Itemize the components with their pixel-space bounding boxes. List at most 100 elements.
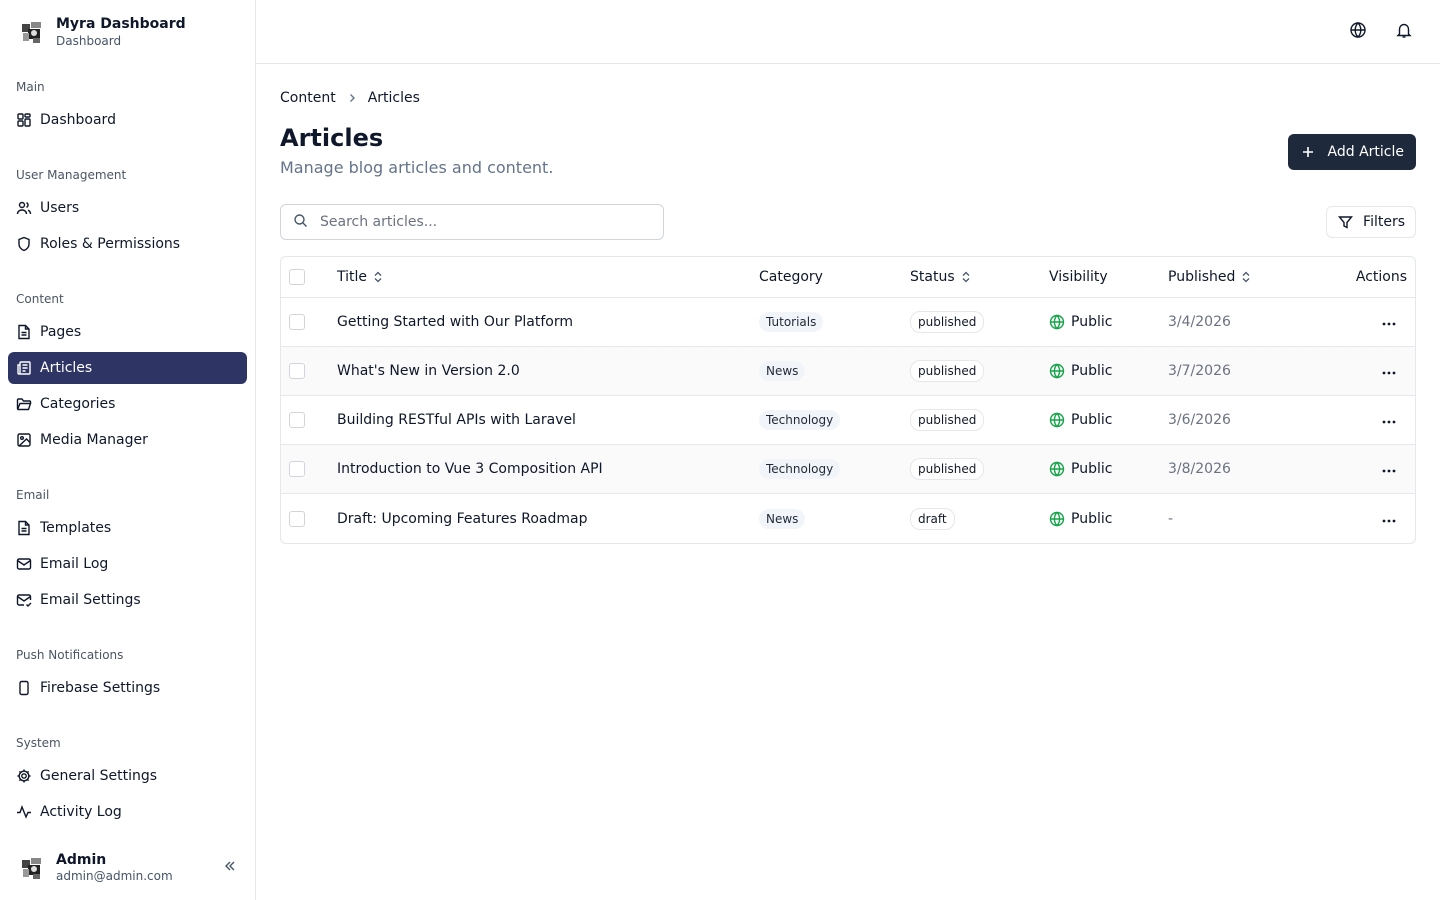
topbar: [256, 0, 1440, 64]
row-title[interactable]: What's New in Version 2.0: [337, 363, 759, 379]
table-row: Building RESTful APIs with Laravel Techn…: [281, 396, 1415, 445]
search-box: [280, 204, 664, 240]
sidebar-item-users[interactable]: Users: [8, 192, 247, 224]
row-checkbox[interactable]: [289, 314, 305, 330]
sidebar-item-pages[interactable]: Pages: [8, 316, 247, 348]
plus-icon: [1300, 144, 1316, 160]
sort-icon: [1241, 271, 1251, 283]
sidebar-item-label: Email Log: [40, 556, 109, 572]
visibility-label: Public: [1071, 314, 1113, 330]
row-actions-button[interactable]: [1379, 312, 1399, 332]
sidebar-item-firebase-settings[interactable]: Firebase Settings: [8, 672, 247, 704]
more-horizontal-icon: [1382, 363, 1396, 379]
section-label-main: Main: [16, 80, 45, 94]
page-title: Articles: [280, 124, 384, 152]
row-checkbox[interactable]: [289, 412, 305, 428]
image-icon: [16, 432, 32, 448]
search-input[interactable]: [320, 214, 640, 230]
row-title[interactable]: Draft: Upcoming Features Roadmap: [337, 511, 759, 527]
brand-title: Myra Dashboard: [56, 15, 186, 32]
status-badge: published: [910, 458, 985, 480]
published-date: 3/4/2026: [1168, 314, 1231, 330]
sidebar-item-label: Activity Log: [40, 804, 122, 820]
row-checkbox[interactable]: [289, 510, 305, 527]
table-row: Getting Started with Our Platform Tutori…: [281, 298, 1415, 347]
sidebar-item-email-log[interactable]: Email Log: [8, 548, 247, 580]
more-horizontal-icon: [1382, 511, 1396, 527]
sidebar-item-email-settings[interactable]: Email Settings: [8, 584, 247, 616]
sidebar-item-articles[interactable]: Articles: [8, 352, 247, 384]
sort-icon: [373, 271, 383, 283]
chevrons-left-icon: [223, 859, 237, 877]
row-title[interactable]: Introduction to Vue 3 Composition API: [337, 461, 759, 477]
gear-icon: [16, 768, 32, 784]
visibility-label: Public: [1071, 363, 1113, 379]
row-checkbox[interactable]: [289, 363, 305, 379]
category-badge: News: [759, 508, 806, 529]
avatar: [16, 852, 48, 884]
row-actions-button[interactable]: [1379, 459, 1399, 479]
more-horizontal-icon: [1382, 461, 1396, 477]
more-horizontal-icon: [1382, 412, 1396, 428]
sidebar-item-label: Dashboard: [40, 112, 116, 128]
row-actions-button[interactable]: [1379, 410, 1399, 430]
status-badge: draft: [910, 507, 955, 530]
sidebar-item-roles-permissions[interactable]: Roles & Permissions: [8, 228, 247, 260]
brand-avatar: [16, 16, 48, 48]
column-status[interactable]: Status: [910, 269, 1049, 285]
sidebar-item-dashboard[interactable]: Dashboard: [8, 104, 247, 136]
file-icon: [16, 324, 32, 340]
published-date: 3/8/2026: [1168, 461, 1231, 477]
search-icon: [293, 213, 308, 232]
row-title[interactable]: Building RESTful APIs with Laravel: [337, 412, 759, 428]
filters-button[interactable]: Filters: [1326, 206, 1416, 238]
sidebar-item-label: General Settings: [40, 768, 158, 784]
row-title[interactable]: Getting Started with Our Platform: [337, 314, 759, 330]
category-badge: Technology: [759, 459, 841, 479]
breadcrumb-content-link[interactable]: Content: [280, 90, 336, 106]
sidebar-item-activity-log[interactable]: Activity Log: [8, 796, 247, 828]
sort-icon: [961, 271, 971, 283]
add-article-button[interactable]: Add Article: [1287, 134, 1416, 170]
breadcrumb-current: Articles: [367, 90, 420, 106]
sidebar-item-label: Users: [40, 200, 80, 216]
sidebar-item-label: Roles & Permissions: [40, 236, 181, 252]
collapse-sidebar-button[interactable]: [220, 858, 240, 878]
section-label-email: Email: [16, 488, 50, 502]
articles-table: Title Category Status Visibility Publish…: [280, 256, 1416, 544]
select-all-checkbox[interactable]: [289, 269, 305, 285]
activity-icon: [16, 804, 32, 820]
table-row: Draft: Upcoming Features Roadmap News dr…: [281, 494, 1415, 543]
globe-icon: [1349, 21, 1367, 43]
brand[interactable]: Myra Dashboard Dashboard: [16, 12, 186, 52]
row-checkbox[interactable]: [289, 461, 305, 477]
status-badge: published: [910, 311, 985, 333]
users-icon: [16, 200, 32, 216]
column-status-label: Status: [910, 269, 955, 285]
filter-icon: [1337, 214, 1353, 230]
table-row: Introduction to Vue 3 Composition API Te…: [281, 445, 1415, 494]
row-actions-button[interactable]: [1379, 361, 1399, 381]
row-actions-button[interactable]: [1379, 509, 1399, 529]
globe-icon: [1049, 363, 1065, 379]
published-date: 3/6/2026: [1168, 412, 1231, 428]
grid-icon: [16, 112, 32, 128]
column-title[interactable]: Title: [337, 269, 759, 285]
sidebar: Myra Dashboard Dashboard Main Dashboard …: [0, 0, 256, 900]
sidebar-item-categories[interactable]: Categories: [8, 388, 247, 420]
sidebar-item-templates[interactable]: Templates: [8, 512, 247, 544]
column-visibility: Visibility: [1049, 269, 1108, 285]
language-button[interactable]: [1346, 20, 1370, 44]
column-published[interactable]: Published: [1168, 269, 1318, 285]
column-actions: Actions: [1355, 269, 1407, 285]
section-label-user-management: User Management: [16, 168, 127, 182]
mail-check-icon: [16, 592, 32, 608]
sidebar-item-media-manager[interactable]: Media Manager: [8, 424, 247, 456]
breadcrumb: Content Articles: [280, 88, 420, 108]
sidebar-item-general-settings[interactable]: General Settings: [8, 760, 247, 792]
user-menu[interactable]: Admin admin@admin.com: [16, 850, 240, 886]
notifications-button[interactable]: [1392, 20, 1416, 44]
column-category: Category: [759, 269, 823, 285]
shield-icon: [16, 236, 32, 252]
published-date: 3/7/2026: [1168, 363, 1231, 379]
